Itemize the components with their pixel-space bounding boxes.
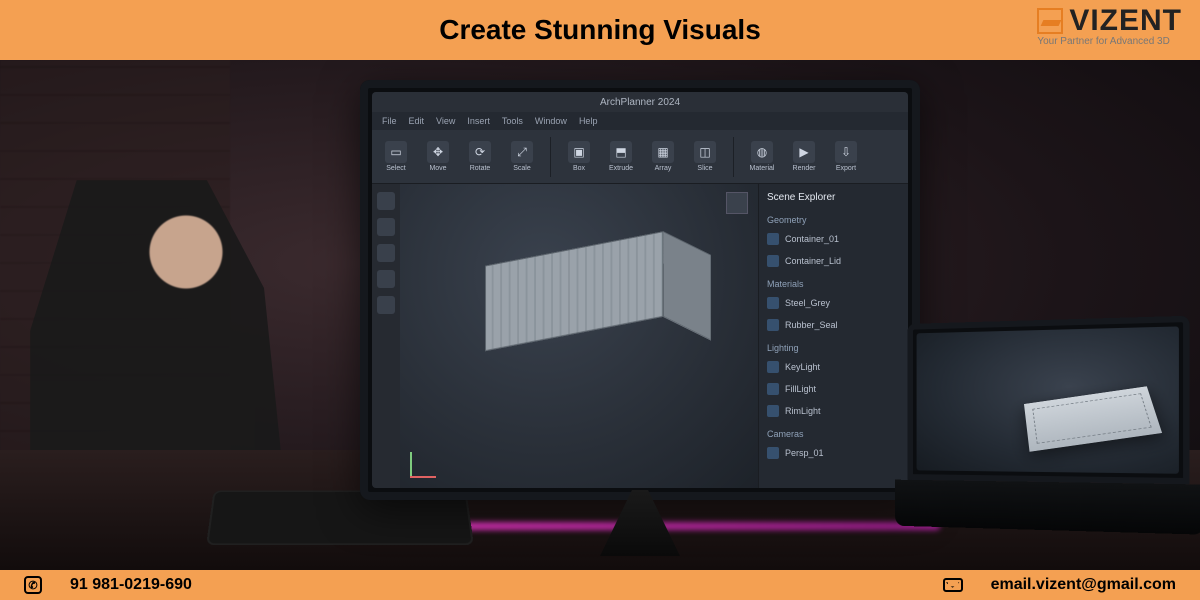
menu-item[interactable]: Window: [535, 116, 567, 126]
brand-logo: VIZENT Your Partner for Advanced 3D: [1037, 4, 1182, 47]
menu-item[interactable]: Tools: [502, 116, 523, 126]
mail-icon: [943, 578, 963, 592]
contact-email: email.vizent@gmail.com: [991, 576, 1176, 594]
app-title: ArchPlanner 2024: [600, 97, 680, 108]
laptop-viewport: [917, 326, 1179, 473]
axis-gizmo-icon: [410, 448, 440, 478]
tool-box[interactable]: ▣Box: [565, 137, 593, 177]
scene-panel: Scene Explorer Geometry Container_01 Con…: [758, 184, 908, 488]
app-ribbon: ▭Select ✥Move ⟳Rotate ⤢Scale ▣Box ⬒Extru…: [372, 130, 908, 184]
sidebar-tool-icon[interactable]: [377, 244, 395, 262]
material-icon: ◍: [751, 141, 773, 163]
panel-item[interactable]: FillLight: [767, 381, 900, 397]
light-icon: [767, 405, 779, 417]
material-icon: [767, 297, 779, 309]
laptop-base: [895, 480, 1200, 535]
hero-photo: ArchPlanner 2024 File Edit View Insert T…: [0, 60, 1200, 570]
panel-item[interactable]: Persp_01: [767, 445, 900, 461]
mesh-icon: [767, 255, 779, 267]
tool-slice[interactable]: ◫Slice: [691, 137, 719, 177]
contact-phone: 91 981-0219-690: [70, 576, 192, 594]
sidebar-tool-icon[interactable]: [377, 218, 395, 236]
banner-header: Create Stunning Visuals VIZENT Your Part…: [0, 0, 1200, 60]
tool-scale[interactable]: ⤢Scale: [508, 137, 536, 177]
panel-title: Scene Explorer: [767, 192, 900, 203]
model-shipping-container[interactable]: [509, 243, 687, 401]
laptop-screen: [908, 316, 1190, 485]
contact-footer: ✆ 91 981-0219-690 email.vizent@gmail.com: [0, 570, 1200, 600]
panel-section[interactable]: Materials: [767, 279, 900, 289]
render-icon: ▶: [793, 141, 815, 163]
panel-item[interactable]: KeyLight: [767, 359, 900, 375]
sidebar-tool-icon[interactable]: [377, 296, 395, 314]
monitor: ArchPlanner 2024 File Edit View Insert T…: [360, 80, 920, 500]
export-icon: ⇩: [835, 141, 857, 163]
tool-material[interactable]: ◍Material: [748, 137, 776, 177]
tool-rotate[interactable]: ⟳Rotate: [466, 137, 494, 177]
tool-select[interactable]: ▭Select: [382, 137, 410, 177]
tool-export[interactable]: ⇩Export: [832, 137, 860, 177]
panel-item[interactable]: Container_Lid: [767, 253, 900, 269]
menu-item[interactable]: Help: [579, 116, 598, 126]
tool-move[interactable]: ✥Move: [424, 137, 452, 177]
viewport-3d[interactable]: [400, 184, 758, 488]
panel-section[interactable]: Cameras: [767, 429, 900, 439]
sidebar-tool-icon[interactable]: [377, 192, 395, 210]
model-preview: [1024, 386, 1162, 451]
app-titlebar: ArchPlanner 2024: [372, 92, 908, 112]
rotate-icon: ⟳: [469, 141, 491, 163]
laptop: [908, 316, 1190, 535]
light-icon: [767, 361, 779, 373]
brand-name: VIZENT: [1069, 4, 1182, 38]
app-menubar: File Edit View Insert Tools Window Help: [372, 112, 908, 130]
mesh-icon: [767, 233, 779, 245]
panel-section[interactable]: Lighting: [767, 343, 900, 353]
viewcube-icon[interactable]: [726, 192, 748, 214]
menu-item[interactable]: File: [382, 116, 397, 126]
tool-render[interactable]: ▶Render: [790, 137, 818, 177]
extrude-icon: ⬒: [610, 141, 632, 163]
menu-item[interactable]: View: [436, 116, 455, 126]
menu-item[interactable]: Insert: [467, 116, 490, 126]
panel-item[interactable]: RimLight: [767, 403, 900, 419]
panel-item[interactable]: Container_01: [767, 231, 900, 247]
box-icon: ▣: [568, 141, 590, 163]
tool-sidebar: [372, 184, 400, 488]
panel-section[interactable]: Geometry: [767, 215, 900, 225]
tool-array[interactable]: ▦Array: [649, 137, 677, 177]
light-icon: [767, 383, 779, 395]
sidebar-tool-icon[interactable]: [377, 270, 395, 288]
panel-item[interactable]: Steel_Grey: [767, 295, 900, 311]
camera-icon: [767, 447, 779, 459]
slice-icon: ◫: [694, 141, 716, 163]
brand-tagline: Your Partner for Advanced 3D: [1037, 36, 1182, 47]
array-icon: ▦: [652, 141, 674, 163]
cursor-icon: ▭: [385, 141, 407, 163]
logo-mark-icon: [1037, 8, 1063, 34]
tool-extrude[interactable]: ⬒Extrude: [607, 137, 635, 177]
scale-icon: ⤢: [511, 141, 533, 163]
material-icon: [767, 319, 779, 331]
monitor-screen: ArchPlanner 2024 File Edit View Insert T…: [372, 92, 908, 488]
move-icon: ✥: [427, 141, 449, 163]
panel-item[interactable]: Rubber_Seal: [767, 317, 900, 333]
phone-icon: ✆: [24, 576, 42, 594]
menu-item[interactable]: Edit: [409, 116, 425, 126]
banner-title: Create Stunning Visuals: [439, 14, 761, 46]
